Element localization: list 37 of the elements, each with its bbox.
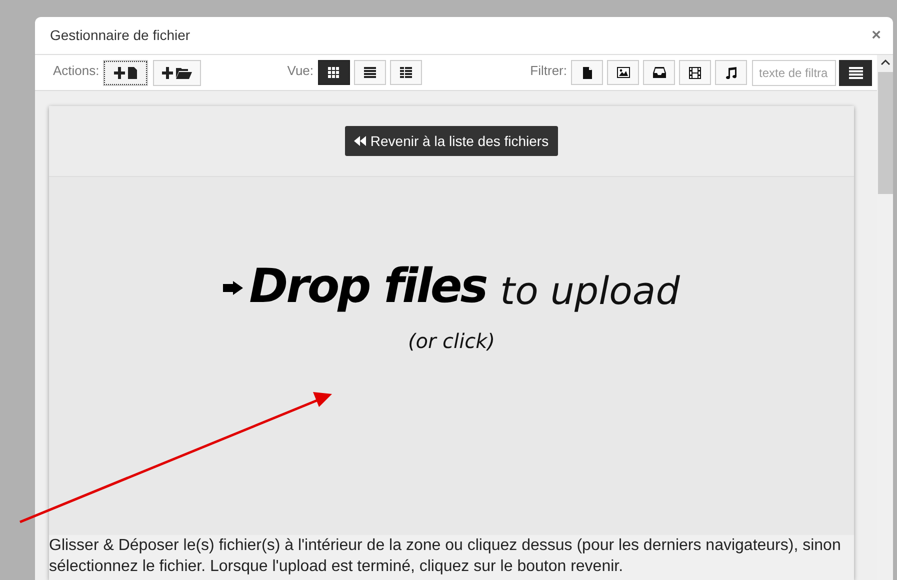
music-note-icon (725, 66, 737, 78)
window-title: Gestionnaire de fichier (50, 26, 190, 45)
drop-subtitle: to upload (500, 268, 680, 314)
double-left-icon (354, 136, 366, 146)
grid-icon (328, 67, 340, 78)
image-icon (616, 67, 630, 78)
back-button[interactable]: Revenir à la liste des fichiers (345, 126, 558, 156)
close-button[interactable]: × (872, 28, 881, 44)
right-arrow-icon (223, 281, 244, 295)
actions-label: Actions: (53, 62, 100, 80)
help-text: Glisser & Déposer le(s) fichier(s) à l'intérieur de la zone ou cliquez dessus (pour les derniers navigateurs), sinon sélectionnez le fichier. Lorsque l'upload est terminé, cliquez sur le bouton revenir. (49, 535, 854, 580)
film-icon (689, 66, 701, 78)
plus-file-icon (114, 66, 138, 78)
plus-folder-icon (162, 66, 192, 78)
scrollbar-thumb[interactable] (878, 72, 892, 194)
new-folder-button[interactable] (153, 60, 202, 86)
drop-hint: (or click) (408, 328, 496, 356)
file-filter-button[interactable] (571, 60, 603, 85)
list-icon (364, 67, 376, 78)
filter-input[interactable]: texte de filtra (752, 60, 836, 86)
file-icon (582, 66, 592, 78)
menu-icon (848, 66, 862, 78)
image-filter-button[interactable] (607, 60, 639, 85)
view-button[interactable] (318, 60, 350, 85)
scrollbar[interactable] (877, 55, 893, 580)
tray-icon (652, 67, 666, 78)
audio-filter-button[interactable] (715, 60, 747, 85)
new-file-button[interactable] (103, 60, 148, 86)
view-label: Vue: (287, 62, 314, 80)
detail-list-icon (400, 67, 412, 78)
filter-label: Filtrer: (530, 62, 567, 80)
drop-headline: Drop files (249, 258, 486, 316)
archive-filter-button[interactable] (643, 60, 675, 85)
up-caret-icon (880, 59, 890, 65)
filter-menu-button[interactable] (839, 60, 872, 86)
drop-zone[interactable]: Drop files to upload (or click) (49, 177, 854, 535)
video-filter-button[interactable] (679, 60, 711, 85)
